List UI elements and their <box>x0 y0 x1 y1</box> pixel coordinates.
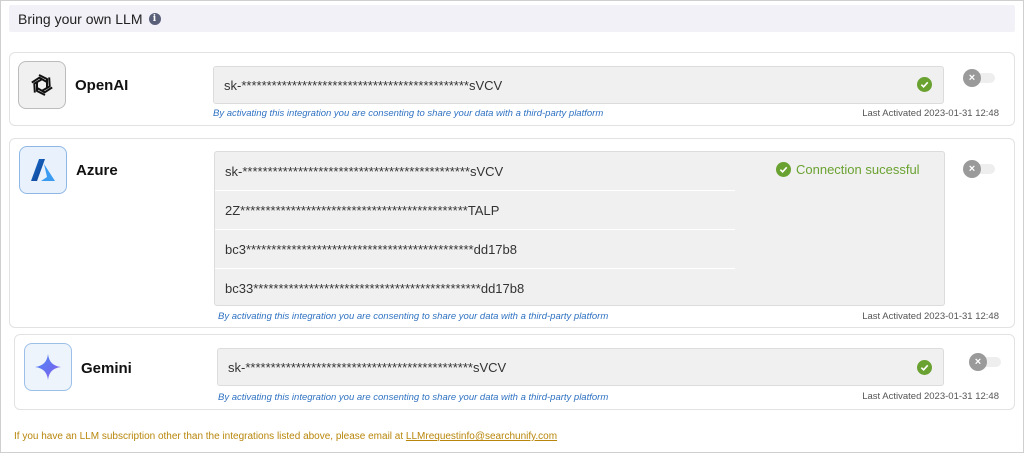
footer-note: If you have an LLM subscription other th… <box>14 431 557 442</box>
section-header: Bring your own LLM i <box>9 5 1015 32</box>
close-icon: × <box>969 353 987 371</box>
azure-toggle[interactable]: × <box>963 160 995 178</box>
provider-name-gemini: Gemini <box>81 360 132 377</box>
gemini-api-key-value: sk-*************************************… <box>228 359 507 375</box>
azure-connection-status: Connection sucessful <box>776 162 920 177</box>
azure-version-value: bc33************************************… <box>225 280 525 296</box>
azure-deployment-field[interactable]: bc3*************************************… <box>215 230 944 268</box>
check-icon <box>776 162 791 177</box>
gemini-consent-link[interactable]: By activating this integration you are c… <box>218 392 608 403</box>
section-title: Bring your own LLM <box>18 10 143 27</box>
azure-logo-icon <box>19 146 67 194</box>
check-icon <box>917 360 932 375</box>
close-icon: × <box>963 160 981 178</box>
openai-api-key-value: sk-*************************************… <box>224 77 503 93</box>
openai-consent-link[interactable]: By activating this integration you are c… <box>213 108 603 119</box>
provider-name-openai: OpenAI <box>75 77 129 94</box>
check-icon <box>917 77 932 92</box>
footer-text: If you have an LLM subscription other th… <box>14 431 406 442</box>
openai-api-key-field[interactable]: sk-*************************************… <box>213 66 944 104</box>
gemini-toggle[interactable]: × <box>969 353 1001 371</box>
azure-endpoint-field[interactable]: 2Z**************************************… <box>215 191 944 229</box>
gemini-api-key-field[interactable]: sk-*************************************… <box>217 348 944 386</box>
close-icon: × <box>963 69 981 87</box>
azure-consent-link[interactable]: By activating this integration you are c… <box>218 311 608 322</box>
azure-deployment-value: bc3*************************************… <box>225 241 517 257</box>
azure-api-key-value: sk-*************************************… <box>225 163 504 179</box>
azure-endpoint-value: 2Z**************************************… <box>225 202 500 218</box>
azure-version-field[interactable]: bc33************************************… <box>215 269 944 307</box>
azure-status-text: Connection sucessful <box>796 162 920 177</box>
openai-logo-icon <box>18 61 66 109</box>
openai-last-activated: Last Activated 2023-01-31 12:48 <box>862 108 999 119</box>
gemini-logo-icon <box>24 343 72 391</box>
azure-last-activated: Last Activated 2023-01-31 12:48 <box>862 311 999 322</box>
gemini-last-activated: Last Activated 2023-01-31 12:48 <box>862 391 999 402</box>
openai-toggle[interactable]: × <box>963 69 995 87</box>
provider-name-azure: Azure <box>76 162 118 179</box>
request-email-link[interactable]: LLMrequestinfo@searchunify.com <box>406 431 557 442</box>
info-icon[interactable]: i <box>148 12 161 25</box>
